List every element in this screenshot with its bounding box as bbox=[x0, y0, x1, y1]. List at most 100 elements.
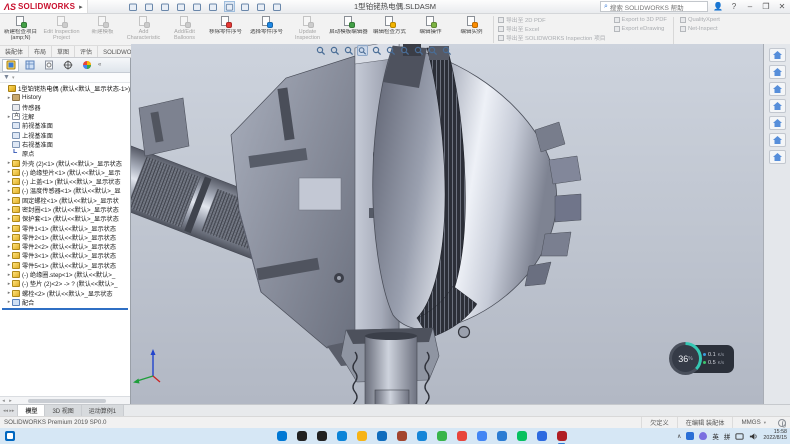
tree-item[interactable]: ▸ 螺栓<2> (默认<<默认>_显示状态 bbox=[0, 289, 130, 298]
tree-item[interactable]: ▸ (-) 绝缘圈.step<1> (默认<<默认>_ bbox=[0, 270, 130, 279]
taskbar-app-icon[interactable] bbox=[356, 431, 367, 442]
quick-access-icon[interactable] bbox=[256, 1, 267, 12]
export-command[interactable]: 导出至 2D PDF bbox=[495, 15, 609, 24]
task-pane-icon[interactable] bbox=[769, 99, 786, 113]
taskbar-app-icon[interactable] bbox=[396, 431, 407, 442]
task-pane-icon[interactable] bbox=[769, 116, 786, 130]
view-tool-icon[interactable] bbox=[371, 45, 382, 56]
quick-access-icon[interactable] bbox=[160, 1, 171, 12]
export-command[interactable]: 导出至 Excel bbox=[495, 24, 609, 33]
tree-item[interactable]: 前视基准面 bbox=[0, 121, 130, 130]
document-tab[interactable]: 运动算例1 bbox=[82, 405, 124, 416]
view-tool-icon[interactable] bbox=[315, 45, 326, 56]
upper-block-part[interactable] bbox=[139, 98, 189, 156]
rollback-bar[interactable] bbox=[2, 308, 128, 310]
tree-item[interactable]: ▸ 注解 bbox=[0, 112, 130, 121]
ribbon-button[interactable]: 新建检查项目 (amp;N) bbox=[0, 14, 41, 45]
graphics-viewport[interactable]: 0.1K/s 0.5K/s 36% bbox=[131, 44, 763, 404]
export-command[interactable]: QualityXpert bbox=[677, 15, 723, 24]
volume-icon[interactable] bbox=[749, 432, 758, 441]
o-ring-section[interactable] bbox=[459, 327, 470, 338]
ribbon-button[interactable]: 编辑检查方式 bbox=[369, 14, 410, 45]
dome-shell-part[interactable] bbox=[373, 44, 581, 338]
tray-app-icon[interactable] bbox=[686, 432, 694, 440]
close-button[interactable]: ✕ bbox=[776, 2, 788, 11]
export-command[interactable]: Export to 3D PDF bbox=[611, 15, 670, 24]
taskbar-app-icon[interactable] bbox=[516, 431, 527, 442]
task-pane-icon[interactable] bbox=[769, 82, 786, 96]
cast-device-icon[interactable] bbox=[735, 432, 744, 441]
quick-access-icon[interactable] bbox=[240, 1, 251, 12]
quick-access-icon[interactable] bbox=[176, 1, 187, 12]
configurationmanager-tab[interactable] bbox=[40, 59, 57, 72]
taskbar-app-icon[interactable] bbox=[316, 431, 327, 442]
solidworks-logo[interactable]: ΛS SOLIDWORKS ▸ bbox=[0, 0, 88, 13]
tree-item[interactable]: ▸ (-) 上盖<1> (默认<<默认>_显示状态 bbox=[0, 177, 130, 186]
tree-item[interactable]: ▸ (-) 绝缘垫片<1> (默认<<默认>_显示 bbox=[0, 168, 130, 177]
quick-access-icon[interactable] bbox=[272, 1, 283, 12]
taskbar-app-icon[interactable] bbox=[436, 431, 447, 442]
quick-access-icon[interactable] bbox=[208, 1, 219, 12]
taskbar-app-icon[interactable] bbox=[556, 431, 567, 442]
dimxpertmanager-tab[interactable] bbox=[59, 59, 76, 72]
ribbon-tab[interactable]: 评估 bbox=[75, 46, 98, 57]
tree-item[interactable]: ▸ 零件2<2> (默认<<默认>_显示状态 bbox=[0, 242, 130, 251]
quick-access-icon[interactable] bbox=[128, 1, 139, 12]
quick-access-icon[interactable] bbox=[192, 1, 203, 12]
tree-horizontal-scrollbar[interactable]: ◂ ▸ bbox=[0, 396, 130, 404]
ribbon-button[interactable]: Add Characteristic bbox=[123, 14, 164, 45]
tree-item[interactable]: 原点 bbox=[0, 149, 130, 158]
tray-shield-icon[interactable] bbox=[699, 432, 707, 440]
widgets-icon[interactable] bbox=[4, 430, 16, 442]
taskbar-app-icon[interactable] bbox=[456, 431, 467, 442]
tree-item[interactable]: ▸ 零件2<1> (默认<<默认>_显示状态 bbox=[0, 233, 130, 242]
taskbar-app-icon[interactable] bbox=[416, 431, 427, 442]
tree-item[interactable]: ▸ 外壳 (2)<1> (默认<<默认>_显示状态 bbox=[0, 158, 130, 167]
tree-item[interactable]: ▸ 零件1<1> (默认<<默认>_显示状态 bbox=[0, 223, 130, 232]
export-command[interactable]: Net-Inspect bbox=[677, 24, 723, 33]
view-tool-icon[interactable] bbox=[343, 45, 354, 56]
units-selector[interactable]: MMGS ▾ bbox=[732, 417, 774, 428]
taskbar-app-icon[interactable] bbox=[476, 431, 487, 442]
tree-item[interactable]: ▸ (-) 垫片 (2)<2> -> ? (默认<<默认>_ bbox=[0, 279, 130, 288]
ribbon-button[interactable]: 编辑操作 bbox=[410, 14, 451, 45]
task-pane-icon[interactable] bbox=[769, 133, 786, 147]
view-tool-icon[interactable] bbox=[413, 45, 424, 56]
view-tool-icon[interactable] bbox=[357, 45, 368, 56]
doc-tab-nav-arrows[interactable]: ◂◂ ▸▸ bbox=[0, 405, 18, 416]
view-tool-icon[interactable] bbox=[399, 45, 410, 56]
taskbar-clock[interactable]: 15:58 2022/8/15 bbox=[763, 430, 787, 442]
ime-language-indicator[interactable]: 英 bbox=[712, 431, 719, 441]
tree-item[interactable]: ▸ 零件5<1> (默认<<默认>_显示状态 bbox=[0, 261, 130, 270]
restore-button[interactable]: ❐ bbox=[760, 2, 772, 11]
ribbon-button[interactable]: 移除零件序号 bbox=[205, 14, 246, 45]
ribbon-button[interactable]: 启动模板编辑器 bbox=[328, 14, 369, 45]
ribbon-button[interactable]: 选择零件序号 bbox=[246, 14, 287, 45]
tree-item[interactable]: ▸ (-) 温度传感器<1> (默认<<默认>_显 bbox=[0, 186, 130, 195]
ime-mode-indicator[interactable]: 拼 bbox=[724, 431, 731, 441]
taskbar-app-icon[interactable] bbox=[536, 431, 547, 442]
taskbar-app-icon[interactable] bbox=[296, 431, 307, 442]
taskbar-app-icon[interactable] bbox=[336, 431, 347, 442]
user-account-icon[interactable]: 👤 bbox=[712, 2, 724, 11]
document-tab[interactable]: 3D 视图 bbox=[45, 405, 81, 416]
task-pane-icon[interactable] bbox=[769, 65, 786, 79]
export-command[interactable]: 导出至 SOLIDWORKS Inspection 项目 bbox=[495, 33, 609, 42]
taskbar-app-icon[interactable] bbox=[276, 431, 287, 442]
taskbar-app-icon[interactable] bbox=[376, 431, 387, 442]
task-pane-icon[interactable] bbox=[769, 150, 786, 164]
tray-overflow-icon[interactable]: ∧ bbox=[677, 433, 681, 440]
ribbon-button[interactable]: Add/Edit Balloons bbox=[164, 14, 205, 45]
status-globe-icon[interactable] bbox=[778, 419, 786, 427]
scrollbar-thumb[interactable] bbox=[28, 399, 106, 403]
tree-item[interactable]: 传感器 bbox=[0, 103, 130, 112]
displaymanager-tab[interactable] bbox=[78, 59, 95, 72]
tree-item[interactable]: 右视基准面 bbox=[0, 140, 130, 149]
tree-filter[interactable]: ▼ ▾ bbox=[0, 73, 130, 83]
minimize-button[interactable]: – bbox=[744, 2, 756, 11]
view-tool-icon[interactable] bbox=[441, 45, 452, 56]
usage-gauge[interactable]: 36% bbox=[669, 342, 702, 375]
tree-item[interactable]: ▸ 固定螺栓<1> (默认<<默认>_显示状 bbox=[0, 196, 130, 205]
panel-collapse-icon[interactable]: « bbox=[98, 62, 101, 68]
view-tool-icon[interactable] bbox=[329, 45, 340, 56]
